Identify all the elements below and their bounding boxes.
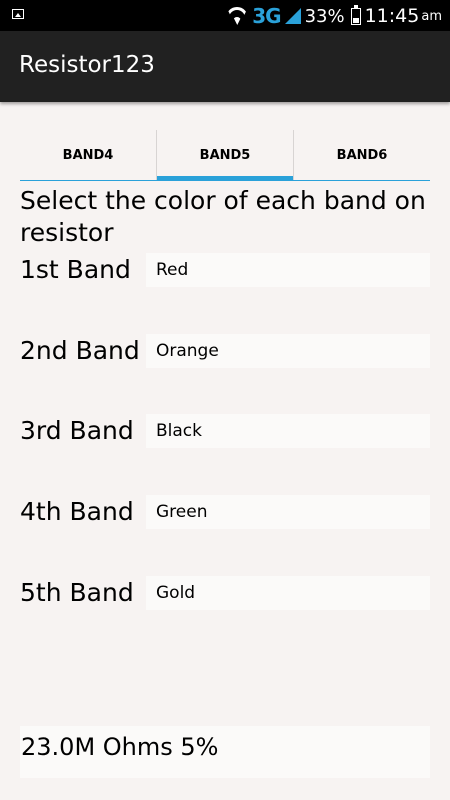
band4-color-select[interactable]: Green	[146, 495, 430, 529]
band-label: 1st Band	[20, 255, 131, 284]
band5-color-select[interactable]: Gold	[146, 576, 430, 610]
tab-band5[interactable]: BAND5	[156, 130, 293, 181]
band3-color-select[interactable]: Black	[146, 414, 430, 448]
action-bar: Resistor123	[0, 31, 450, 102]
band-row-5: 5th Band Gold	[20, 576, 430, 610]
band2-color-select[interactable]: Orange	[146, 334, 430, 368]
tab-label: BAND5	[199, 147, 251, 163]
signal-icon	[284, 8, 301, 24]
status-right: 3G 33% 11:45 am	[226, 3, 442, 29]
band-row-1: 1st Band Red	[20, 253, 430, 287]
tab-band4[interactable]: BAND4	[20, 130, 156, 180]
tab-band6[interactable]: BAND6	[293, 130, 430, 180]
network-type: 3G	[252, 4, 281, 28]
instruction-text: Select the color of each band on resisto…	[20, 186, 426, 247]
tab-label: BAND4	[62, 147, 114, 163]
clock-ampm: am	[421, 8, 442, 24]
clock-time: 11:45	[364, 5, 420, 27]
band-row-4: 4th Band Green	[20, 495, 430, 529]
status-bar: 3G 33% 11:45 am	[0, 0, 450, 31]
wifi-icon	[226, 7, 248, 25]
app-title: Resistor123	[19, 52, 155, 78]
band-row-2: 2nd Band Orange	[20, 334, 430, 368]
band-label: 5th Band	[20, 578, 134, 607]
image-icon	[12, 9, 24, 19]
band-tabs: BAND4 BAND5 BAND6	[20, 130, 430, 181]
resistance-result: 23.0M Ohms 5%	[20, 726, 430, 778]
band1-color-select[interactable]: Red	[146, 253, 430, 287]
battery-percent: 33%	[304, 5, 345, 27]
battery-icon	[350, 4, 361, 25]
band-row-3: 3rd Band Black	[20, 414, 430, 448]
band-label: 4th Band	[20, 497, 134, 526]
band-label: 3rd Band	[20, 416, 134, 445]
tab-label: BAND6	[336, 147, 388, 163]
band-label: 2nd Band	[20, 336, 140, 365]
